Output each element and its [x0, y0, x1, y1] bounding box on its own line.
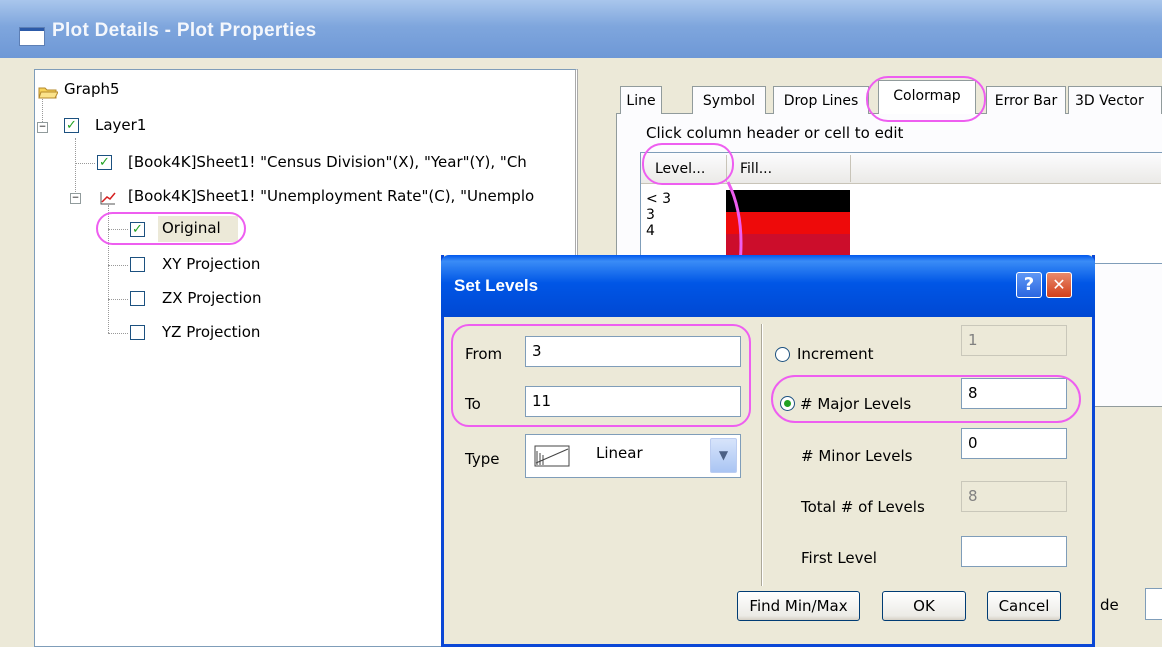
partial-label: de [1100, 596, 1119, 614]
layer-checkbox[interactable]: ✓ [64, 118, 79, 133]
folder-icon [38, 84, 59, 100]
annotation-highlight [771, 375, 1081, 423]
window-icon [19, 27, 45, 46]
xy-projection-checkbox[interactable] [130, 257, 145, 272]
tree-line [108, 333, 128, 334]
minor-levels-field[interactable]: 0 [961, 428, 1067, 459]
tree-plot1-label[interactable]: [Book4K]Sheet1! "Census Division"(X), "Y… [128, 153, 527, 171]
level-cell[interactable]: 3 [646, 207, 671, 223]
line-plot-icon [99, 190, 117, 206]
tree-item-yz-projection[interactable]: YZ Projection [162, 323, 260, 341]
colormap-hint: Click column header or cell to edit [646, 124, 904, 142]
annotation-highlight [96, 212, 246, 245]
tree-layer-label[interactable]: Layer1 [95, 116, 146, 134]
dialog-separator [761, 324, 763, 586]
linear-scale-icon [534, 443, 570, 469]
increment-field: 1 [961, 325, 1067, 356]
tree-plot2-label[interactable]: [Book4K]Sheet1! "Unemployment Rate"(C), … [128, 187, 534, 205]
annotation-highlight [451, 324, 751, 427]
level-cells[interactable]: < 3 3 4 [646, 191, 671, 239]
total-levels-field: 8 [961, 481, 1067, 512]
chevron-down-icon[interactable]: ▼ [710, 438, 737, 473]
total-levels-label: Total # of Levels [801, 498, 925, 516]
cancel-button[interactable]: Cancel [987, 591, 1061, 621]
annotation-highlight [866, 76, 986, 122]
dialog-title: Set Levels [454, 276, 539, 295]
find-min-max-button[interactable]: Find Min/Max [737, 591, 860, 621]
minor-levels-label: # Minor Levels [801, 447, 913, 465]
increment-label[interactable]: Increment [797, 345, 873, 363]
tree-line [108, 265, 128, 266]
help-icon[interactable]: ? [1016, 272, 1042, 298]
plot1-checkbox[interactable]: ✓ [97, 155, 112, 170]
partial-input[interactable] [1145, 588, 1162, 620]
tree-item-xy-projection[interactable]: XY Projection [162, 255, 260, 273]
close-icon[interactable]: ✕ [1046, 272, 1072, 298]
ok-button[interactable]: OK [882, 591, 966, 621]
level-cell[interactable]: 4 [646, 223, 671, 239]
tab-3d-vector[interactable]: 3D Vector [1068, 86, 1162, 114]
type-label: Type [465, 450, 500, 468]
tree-line [75, 163, 95, 164]
type-value: Linear [596, 444, 643, 462]
tree-item-zx-projection[interactable]: ZX Projection [162, 289, 262, 307]
tab-error-bar[interactable]: Error Bar [986, 86, 1066, 114]
first-level-label: First Level [801, 549, 877, 567]
tab-line[interactable]: Line [620, 86, 662, 114]
column-divider [850, 155, 851, 182]
first-level-field[interactable] [961, 536, 1067, 567]
collapse-icon[interactable]: − [70, 193, 81, 204]
tab-drop-lines[interactable]: Drop Lines [773, 86, 869, 114]
collapse-icon[interactable]: − [37, 122, 48, 133]
level-cell[interactable]: < 3 [646, 191, 671, 207]
yz-projection-checkbox[interactable] [130, 325, 145, 340]
increment-radio[interactable] [775, 347, 790, 362]
window-title: Plot Details - Plot Properties [52, 20, 317, 41]
zx-projection-checkbox[interactable] [130, 291, 145, 306]
tree-line [108, 299, 128, 300]
tab-symbol[interactable]: Symbol [692, 86, 766, 114]
tree-root-label[interactable]: Graph5 [64, 80, 120, 98]
dialog-title-bar [441, 255, 1095, 317]
